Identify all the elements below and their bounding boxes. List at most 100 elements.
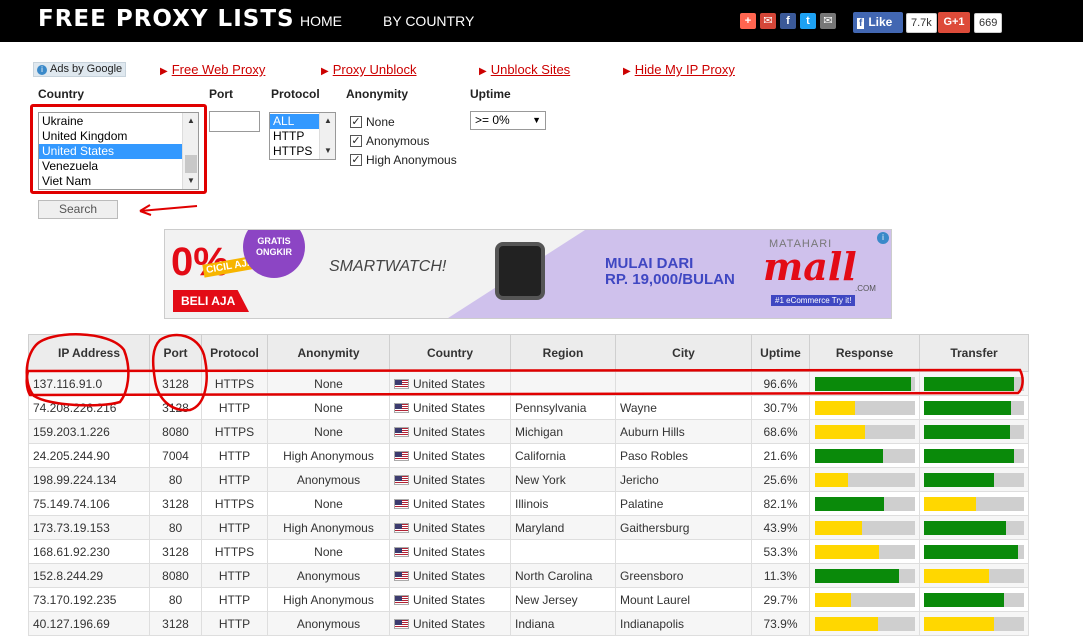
nav-home-link[interactable]: HOME xyxy=(300,13,342,29)
protocol-listbox[interactable]: ALL HTTP HTTPS ▲ ▼ xyxy=(269,112,336,160)
column-header[interactable]: City xyxy=(615,334,752,372)
column-header[interactable]: Region xyxy=(510,334,616,372)
response-cell xyxy=(809,515,920,540)
transfer-cell xyxy=(919,419,1029,444)
protocol-option[interactable]: HTTP xyxy=(270,129,319,144)
column-header[interactable]: Country xyxy=(389,334,511,372)
column-header[interactable]: Port xyxy=(149,334,202,372)
table-row[interactable]: 137.116.91.0 3128 HTTPS None United States 96… xyxy=(28,371,1029,396)
transfer-bar xyxy=(924,592,1024,607)
table-row[interactable]: 152.8.244.29 8080 HTTP Anonymous United Stat… xyxy=(28,563,1029,588)
email-share-icon[interactable]: ✉ xyxy=(760,13,776,29)
anonymity-option[interactable]: ✓ High Anonymous xyxy=(350,153,457,167)
triangle-right-icon: ▶ xyxy=(623,66,631,77)
plus-share-icon[interactable]: + xyxy=(740,13,756,29)
column-header[interactable]: Uptime xyxy=(751,334,810,372)
search-button[interactable]: Search xyxy=(38,200,118,219)
nav-by-country-link[interactable]: BY COUNTRY xyxy=(383,13,474,29)
table-row[interactable]: 168.61.92.230 3128 HTTPS None United States 5… xyxy=(28,539,1029,564)
ad-brand-com: .COM xyxy=(855,284,876,293)
anonymity-cell: Anonymous xyxy=(267,611,390,636)
response-cell xyxy=(809,491,920,516)
scroll-down-icon[interactable]: ▼ xyxy=(320,143,335,159)
transfer-bar-fill xyxy=(924,544,1018,559)
us-flag-icon xyxy=(394,378,409,389)
table-row[interactable]: 73.170.192.235 80 HTTP High Anonymous United… xyxy=(28,587,1029,612)
anonymity-option[interactable]: ✓ None xyxy=(350,115,395,129)
port-cell: 3128 xyxy=(149,539,202,564)
region-cell: New York xyxy=(510,467,616,492)
table-row[interactable]: 173.73.19.153 80 HTTP High Anonymous United … xyxy=(28,515,1029,540)
country-cell: United States xyxy=(389,395,511,420)
us-flag-icon xyxy=(394,450,409,461)
protocol-label: Protocol xyxy=(271,87,320,101)
triangle-right-icon: ▶ xyxy=(479,66,487,77)
unblock-sites-link[interactable]: ▶ Unblock Sites xyxy=(479,62,570,77)
response-bar xyxy=(814,616,915,631)
table-row[interactable]: 159.203.1.226 8080 HTTPS None United States M… xyxy=(28,419,1029,444)
proxy-table: IP Address Port Protocol Anonymity Country Re… xyxy=(28,334,1029,636)
scroll-up-icon[interactable]: ▲ xyxy=(320,113,335,129)
anonymity-cell: High Anonymous xyxy=(267,515,390,540)
ad-brand-badge: #1 eCommerce Try it! xyxy=(771,295,856,306)
triangle-right-icon: ▶ xyxy=(160,66,168,77)
checkbox[interactable]: ✓ xyxy=(350,154,362,166)
uptime-select[interactable]: >= 0% ▼ xyxy=(470,111,546,130)
region-cell: New Jersey xyxy=(510,587,616,612)
transfer-bar-fill xyxy=(924,424,1010,439)
column-header[interactable]: Response xyxy=(809,334,920,372)
protocol-option[interactable]: ALL xyxy=(270,114,319,129)
city-cell: Auburn Hills xyxy=(615,419,752,444)
protocol-cell: HTTP xyxy=(201,395,268,420)
anonymity-cell: High Anonymous xyxy=(267,587,390,612)
facebook-share-icon[interactable]: f xyxy=(780,13,796,29)
triangle-right-icon: ▶ xyxy=(321,66,329,77)
country-cell: United States xyxy=(389,515,511,540)
ad-beli-button[interactable]: BELI AJA xyxy=(173,290,249,312)
free-web-proxy-link[interactable]: ▶ Free Web Proxy xyxy=(160,62,265,77)
column-header[interactable]: Protocol xyxy=(201,334,268,372)
ads-by-google-label[interactable]: i Ads by Google xyxy=(33,62,127,77)
response-bar-fill xyxy=(814,400,855,415)
port-cell: 80 xyxy=(149,467,202,492)
table-row[interactable]: 74.208.226.216 3128 HTTP None United States P… xyxy=(28,395,1029,420)
twitter-share-icon[interactable]: t xyxy=(800,13,816,29)
transfer-bar-fill xyxy=(924,568,989,583)
facebook-like-button[interactable]: f Like xyxy=(853,12,903,33)
column-header[interactable]: Transfer xyxy=(919,334,1029,372)
anonymity-cell: None xyxy=(267,371,390,396)
site-logo[interactable]: FREE PROXY LISTS xyxy=(38,6,295,32)
transfer-bar xyxy=(924,520,1024,535)
response-bar-fill xyxy=(814,496,884,511)
response-cell xyxy=(809,611,920,636)
protocol-option[interactable]: HTTPS xyxy=(270,144,319,159)
uptime-cell: 30.7% xyxy=(751,395,810,420)
response-bar xyxy=(814,376,915,391)
table-row[interactable]: 75.149.74.106 3128 HTTPS None United States I… xyxy=(28,491,1029,516)
port-input[interactable] xyxy=(209,111,260,132)
ip-cell: 74.208.226.216 xyxy=(28,395,150,420)
transfer-cell xyxy=(919,491,1029,516)
city-cell: Paso Robles xyxy=(615,443,752,468)
protocol-scrollbar[interactable]: ▲ ▼ xyxy=(319,113,335,159)
table-row[interactable]: 40.127.196.69 3128 HTTP Anonymous United Sta… xyxy=(28,611,1029,636)
checkbox[interactable]: ✓ xyxy=(350,135,362,147)
ip-cell: 40.127.196.69 xyxy=(28,611,150,636)
like-count: 7.7k xyxy=(906,13,937,33)
column-header[interactable]: IP Address xyxy=(28,334,150,372)
column-header[interactable]: Anonymity xyxy=(267,334,390,372)
proxy-unblock-link[interactable]: ▶ Proxy Unblock xyxy=(321,62,417,77)
us-flag-icon xyxy=(394,426,409,437)
table-row[interactable]: 198.99.224.134 80 HTTP Anonymous United Stat… xyxy=(28,467,1029,492)
checkbox[interactable]: ✓ xyxy=(350,116,362,128)
mail-share-icon[interactable]: ✉ xyxy=(820,13,836,29)
ad-banner[interactable]: 0% CICIL AJA BELI AJA GRATIS ONGKIR SMAR… xyxy=(164,229,892,319)
table-row[interactable]: 24.205.244.90 7004 HTTP High Anonymous Unite… xyxy=(28,443,1029,468)
anonymity-option[interactable]: ✓ Anonymous xyxy=(350,134,429,148)
google-plus-button[interactable]: G+1 xyxy=(938,12,970,33)
transfer-cell xyxy=(919,563,1029,588)
transfer-bar-fill xyxy=(924,376,1014,391)
response-bar-fill xyxy=(814,520,862,535)
hide-my-ip-proxy-link[interactable]: ▶ Hide My IP Proxy xyxy=(623,62,735,77)
ad-info-icon[interactable]: i xyxy=(877,232,889,244)
